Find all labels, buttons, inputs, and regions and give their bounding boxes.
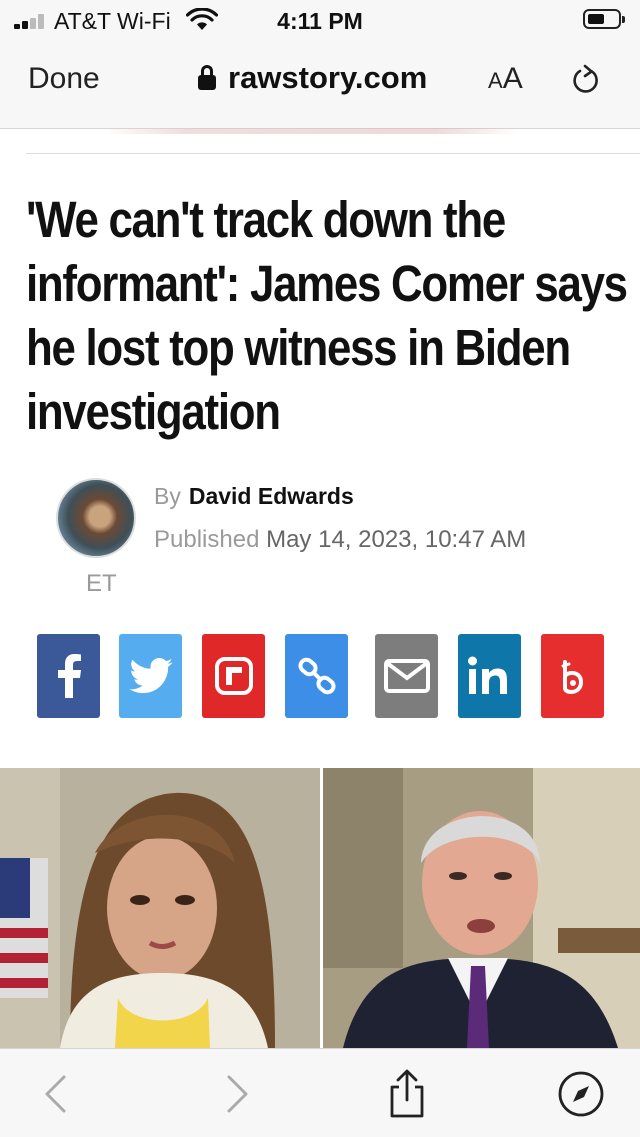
article-image-left [0,768,320,1048]
article-headline: 'We can't track down the informant': Jam… [26,191,628,440]
forward-icon[interactable] [210,1069,260,1119]
browser-toolbar: Done rawstory.com AA [0,40,640,129]
linkedin-icon [467,656,507,694]
twitter-share-button[interactable] [119,634,182,718]
timezone-label: ET [86,570,117,597]
article-image-right [323,768,640,1048]
published-date: May 14, 2023, 10:47 AM [266,526,527,553]
lock-icon [196,65,218,91]
flag-icon [0,858,48,998]
back-icon[interactable] [33,1069,83,1119]
author-name[interactable]: David Edwards [189,483,354,509]
brand-icon [561,660,583,694]
facebook-icon [57,654,81,698]
brand-share-button[interactable] [541,634,604,718]
author-avatar[interactable] [56,478,136,558]
published-label: Published [154,526,260,553]
domain-label: rawstory.com [228,60,428,95]
byline: By David Edwards [154,483,354,510]
address-bar[interactable]: rawstory.com [196,58,427,98]
status-bar: AT&T Wi-Fi 4:11 PM [0,0,640,40]
battery-icon [583,9,625,29]
twitter-icon [128,658,173,694]
done-button[interactable]: Done [28,62,100,96]
compass-icon[interactable] [556,1069,606,1119]
divider [26,153,640,154]
published-line: Published May 14, 2023, 10:47 AM [154,526,526,554]
link-icon [297,657,336,695]
reload-icon[interactable] [570,64,602,96]
text-size-button[interactable]: AA [488,62,523,96]
email-share-button[interactable] [375,634,438,718]
bottom-toolbar [0,1048,640,1137]
email-icon [383,659,430,693]
hero-image-remnant [100,128,520,134]
flipboard-share-button[interactable] [202,634,265,718]
facebook-share-button[interactable] [37,634,100,718]
copy-link-share-button[interactable] [285,634,348,718]
linkedin-share-button[interactable] [458,634,521,718]
by-label: By [154,483,181,509]
flipboard-icon [214,657,253,695]
clock: 4:11 PM [277,8,363,34]
share-icon[interactable] [382,1069,432,1119]
